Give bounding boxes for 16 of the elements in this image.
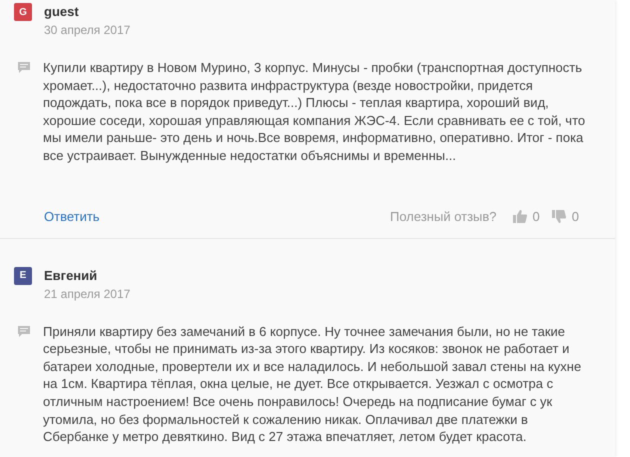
thumbs-up-icon[interactable] (512, 210, 527, 223)
review-date: 21 апреля 2017 (44, 286, 130, 301)
thumbs-down-icon[interactable] (552, 210, 566, 223)
review-date: 30 апреля 2017 (44, 23, 130, 37)
review-text: Приняли квартиру без замечаний в 6 корпусе. Ну точнее замечания были, но не такие серьезные, чтобы не принимать из-за этого квартиру. Из косяков: звонок не работает и батареи холодные, провертели их и все наладилось. И небольшой завал стены на кухне на 1см. Квартира тёплая, окна целые, не дует. Все открывается. Уезжал с осмотра с отличным настроением! Все очень понравилось! Очередь на подписание бумаг с ук утомила, но без формальностей к сожалению никак. Оплачивал две платежки в Сбербанке у метро девяткино. Вид с 27 этажа впечатляет, летом будет красота. (43, 322, 582, 446)
comment-icon (18, 62, 30, 73)
comment-icon (18, 326, 30, 337)
helpful-question: Полезный отзыв? (390, 208, 497, 224)
like-count: 0 (532, 208, 540, 224)
author-name: guest (44, 4, 80, 19)
author-name: Евгений (44, 268, 98, 283)
user-avatar: E (14, 266, 32, 285)
user-avatar: G (14, 3, 32, 21)
reply-link[interactable]: Ответить (44, 208, 100, 224)
review-text: Купили квартиру в Новом Мурино, 3 корпус. Минусы - пробки (транспортная доступность хромает...), недостаточно развита инфраструктура (везде новостройки, придется подождать, пока все в порядок приведут...) Плюсы - теплая квартира, хороший вид, хорошие соседи, хорошая управляющая компания ЖЭС-4. Если сравнивать ее с той, что мы имели раньше- это день и ночь.Все вовремя, информативно, оперативно. Итог - пока все устраивает. Вынужденные недостатки объяснимы и временны... (43, 59, 586, 165)
dislike-count: 0 (572, 208, 579, 224)
